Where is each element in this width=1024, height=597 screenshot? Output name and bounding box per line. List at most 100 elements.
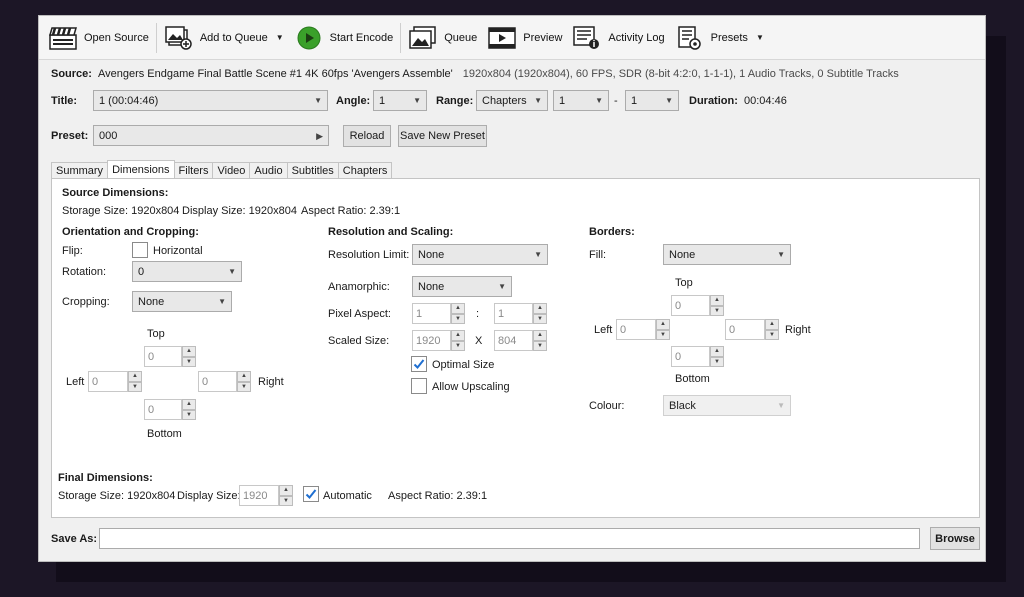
stepper-buttons[interactable]: ▲ ▼ bbox=[451, 330, 465, 351]
optimal-size-label: Optimal Size bbox=[432, 359, 495, 371]
fill-label: Fill: bbox=[589, 249, 607, 261]
arrow-down-icon[interactable]: ▼ bbox=[710, 356, 724, 367]
stepper-buttons[interactable]: ▲ ▼ bbox=[237, 371, 251, 392]
stepper-buttons[interactable]: ▲ ▼ bbox=[710, 295, 724, 316]
resolution-limit-select[interactable]: None ▼ bbox=[412, 244, 548, 265]
arrow-down-icon[interactable]: ▼ bbox=[533, 340, 547, 351]
border-left-stepper[interactable]: 0 ▲ ▼ bbox=[616, 319, 670, 340]
colour-label: Colour: bbox=[589, 400, 625, 412]
range-start-select[interactable]: 1 ▼ bbox=[553, 90, 609, 111]
arrow-up-icon[interactable]: ▲ bbox=[765, 319, 779, 330]
scaled-height-stepper[interactable]: 804 ▲ ▼ bbox=[494, 330, 547, 351]
arrow-down-icon[interactable]: ▼ bbox=[237, 381, 251, 392]
allow-upscaling-checkbox[interactable] bbox=[411, 378, 427, 394]
arrow-down-icon[interactable]: ▼ bbox=[279, 495, 293, 506]
tab-summary[interactable]: Summary bbox=[51, 162, 109, 179]
arrow-down-icon[interactable]: ▼ bbox=[451, 313, 465, 324]
add-to-queue-button[interactable]: Add to Queue ▼ bbox=[159, 21, 289, 55]
reload-button[interactable]: Reload bbox=[343, 125, 391, 147]
queue-button[interactable]: Queue bbox=[403, 21, 482, 55]
preset-select[interactable]: 000 ▶ bbox=[93, 125, 329, 146]
tab-bar: Summary Dimensions Filters Video Audio S… bbox=[51, 160, 393, 179]
fill-select[interactable]: None ▼ bbox=[663, 244, 791, 265]
flip-horizontal-checkbox[interactable] bbox=[132, 242, 148, 258]
arrow-down-icon[interactable]: ▼ bbox=[182, 356, 196, 367]
chevron-down-icon: ▼ bbox=[228, 267, 236, 276]
crop-top-stepper[interactable]: 0 ▲ ▼ bbox=[144, 346, 196, 367]
tab-video[interactable]: Video bbox=[212, 162, 251, 179]
border-right-stepper[interactable]: 0 ▲ ▼ bbox=[725, 319, 779, 340]
colour-select[interactable]: Black ▼ bbox=[663, 395, 791, 416]
range-label: Range: bbox=[436, 95, 474, 107]
arrow-down-icon[interactable]: ▼ bbox=[765, 329, 779, 340]
activity-log-button[interactable]: Activity Log bbox=[567, 21, 669, 55]
arrow-up-icon[interactable]: ▲ bbox=[182, 346, 196, 357]
open-source-button[interactable]: Open Source bbox=[43, 21, 154, 55]
rotation-label: Rotation: bbox=[62, 266, 107, 278]
arrow-up-icon[interactable]: ▲ bbox=[451, 303, 465, 314]
save-new-preset-button[interactable]: Save New Preset bbox=[398, 125, 487, 147]
border-bottom-stepper[interactable]: 0 ▲ ▼ bbox=[671, 346, 724, 367]
tab-dimensions[interactable]: Dimensions bbox=[107, 160, 175, 179]
arrow-up-icon[interactable]: ▲ bbox=[533, 330, 547, 341]
browse-button[interactable]: Browse bbox=[930, 527, 980, 550]
tab-filters[interactable]: Filters bbox=[173, 162, 214, 179]
arrow-up-icon[interactable]: ▲ bbox=[533, 303, 547, 314]
rotation-select[interactable]: 0 ▼ bbox=[132, 261, 242, 282]
fill-value: None bbox=[669, 248, 696, 261]
arrow-up-icon[interactable]: ▲ bbox=[656, 319, 670, 330]
crop-left-stepper[interactable]: 0 ▲ ▼ bbox=[88, 371, 142, 392]
pixel-aspect-width-stepper[interactable]: 1 ▲ ▼ bbox=[412, 303, 465, 324]
flip-label: Flip: bbox=[62, 245, 83, 257]
crop-bottom-stepper[interactable]: 0 ▲ ▼ bbox=[144, 399, 196, 420]
stepper-buttons[interactable]: ▲ ▼ bbox=[533, 330, 547, 351]
chevron-down-icon[interactable]: ▼ bbox=[276, 33, 284, 42]
save-as-input[interactable] bbox=[99, 528, 920, 549]
range-type-select[interactable]: Chapters ▼ bbox=[476, 90, 548, 111]
stepper-buttons[interactable]: ▲ ▼ bbox=[279, 485, 293, 506]
chevron-down-icon: ▼ bbox=[218, 297, 226, 306]
final-display-size-stepper[interactable]: 1920 ▲ ▼ bbox=[239, 485, 293, 506]
border-top-stepper[interactable]: 0 ▲ ▼ bbox=[671, 295, 724, 316]
crop-right-stepper[interactable]: 0 ▲ ▼ bbox=[198, 371, 251, 392]
stepper-buttons[interactable]: ▲ ▼ bbox=[182, 399, 196, 420]
stepper-buttons[interactable]: ▲ ▼ bbox=[656, 319, 670, 340]
arrow-up-icon[interactable]: ▲ bbox=[279, 485, 293, 496]
start-encode-button[interactable]: Start Encode bbox=[289, 21, 399, 55]
pixel-aspect-height-stepper[interactable]: 1 ▲ ▼ bbox=[494, 303, 547, 324]
title-select[interactable]: 1 (00:04:46) ▼ bbox=[93, 90, 328, 111]
stepper-buttons[interactable]: ▲ ▼ bbox=[533, 303, 547, 324]
arrow-up-icon[interactable]: ▲ bbox=[182, 399, 196, 410]
stepper-buttons[interactable]: ▲ ▼ bbox=[765, 319, 779, 340]
stepper-buttons[interactable]: ▲ ▼ bbox=[451, 303, 465, 324]
range-end-select[interactable]: 1 ▼ bbox=[625, 90, 679, 111]
chevron-down-icon[interactable]: ▼ bbox=[756, 33, 764, 42]
arrow-up-icon[interactable]: ▲ bbox=[710, 346, 724, 357]
preview-label: Preview bbox=[523, 31, 563, 44]
tab-subtitles[interactable]: Subtitles bbox=[286, 162, 339, 179]
arrow-down-icon[interactable]: ▼ bbox=[182, 409, 196, 420]
optimal-size-checkbox[interactable] bbox=[411, 356, 427, 372]
preview-button[interactable]: Preview bbox=[482, 21, 567, 55]
arrow-up-icon[interactable]: ▲ bbox=[451, 330, 465, 341]
stepper-buttons[interactable]: ▲ ▼ bbox=[128, 371, 142, 392]
arrow-down-icon[interactable]: ▼ bbox=[451, 340, 465, 351]
stepper-buttons[interactable]: ▲ ▼ bbox=[182, 346, 196, 367]
arrow-up-icon[interactable]: ▲ bbox=[128, 371, 142, 382]
cropping-select[interactable]: None ▼ bbox=[132, 291, 232, 312]
tab-audio[interactable]: Audio bbox=[249, 162, 288, 179]
anamorphic-select[interactable]: None ▼ bbox=[412, 276, 512, 297]
arrow-down-icon[interactable]: ▼ bbox=[710, 305, 724, 316]
scaled-width-stepper[interactable]: 1920 ▲ ▼ bbox=[412, 330, 465, 351]
arrow-down-icon[interactable]: ▼ bbox=[533, 313, 547, 324]
arrow-down-icon[interactable]: ▼ bbox=[128, 381, 142, 392]
arrow-up-icon[interactable]: ▲ bbox=[237, 371, 251, 382]
angle-select[interactable]: 1 ▼ bbox=[373, 90, 427, 111]
tab-chapters[interactable]: Chapters bbox=[337, 162, 393, 179]
arrow-down-icon[interactable]: ▼ bbox=[656, 329, 670, 340]
arrow-up-icon[interactable]: ▲ bbox=[710, 295, 724, 306]
stepper-buttons[interactable]: ▲ ▼ bbox=[710, 346, 724, 367]
presets-button[interactable]: Presets ▼ bbox=[670, 21, 769, 55]
automatic-checkbox[interactable] bbox=[303, 486, 319, 502]
source-label: Source: bbox=[51, 68, 92, 80]
